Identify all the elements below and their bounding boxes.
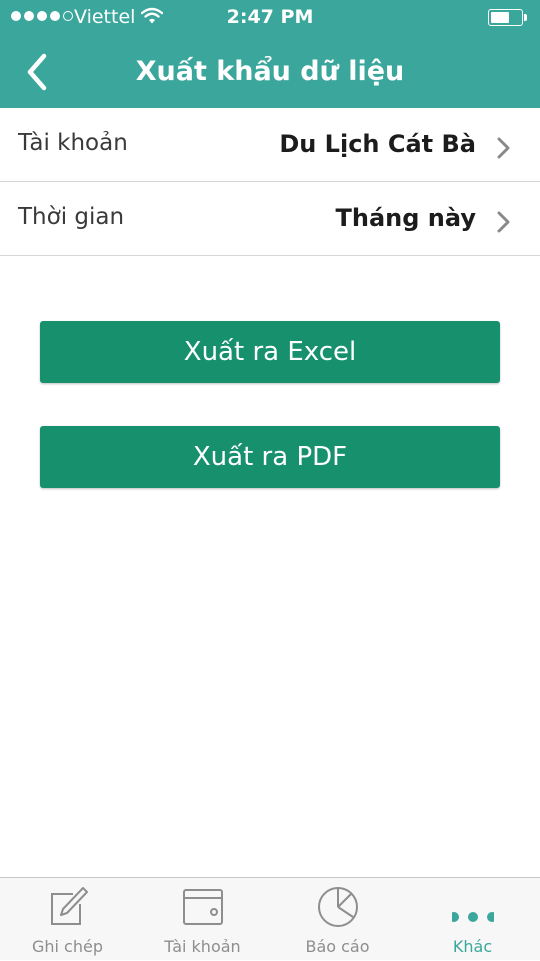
time-period-label: Thời gian [18,204,125,230]
account-value: Du Lịch Cát Bà [279,130,476,158]
chevron-right-icon [497,211,510,233]
tab-khac[interactable]: Khác [405,878,540,961]
time-period-value: Tháng này [335,204,476,232]
battery-icon [488,9,528,26]
battery-tip [524,14,527,21]
pie-chart-icon [318,887,358,927]
status-time: 2:47 PM [226,6,314,28]
time-period-row[interactable]: Thời gian Tháng này [0,182,540,256]
account-label: Tài khoản [18,130,128,156]
chevron-right-icon [497,137,510,159]
export-pdf-button[interactable]: Xuất ra PDF [40,426,500,488]
tab-bar: Ghi chép Tài khoản Báo cáo Khác [0,877,540,960]
tab-label: Báo cáo [305,937,370,956]
wallet-icon [183,889,223,925]
tab-bao-cao[interactable]: Báo cáo [270,878,405,961]
top-bar: Viettel 2:47 PM Xuất khẩu dữ liệu [0,0,540,108]
notepad-pen-icon [51,887,88,925]
tab-label: Khác [452,937,493,956]
status-bar: Viettel 2:47 PM [0,0,540,36]
tab-label: Tài khoản [164,937,241,956]
tab-label: Ghi chép [31,937,103,956]
battery-level [491,12,509,23]
export-excel-button[interactable]: Xuất ra Excel [40,321,500,383]
tab-ghi-chep[interactable]: Ghi chép [0,878,135,961]
more-dots-icon [452,912,494,922]
tab-tai-khoan[interactable]: Tài khoản [135,878,270,961]
account-row[interactable]: Tài khoản Du Lịch Cát Bà [0,108,540,182]
page-title: Xuất khẩu dữ liệu [135,56,405,87]
